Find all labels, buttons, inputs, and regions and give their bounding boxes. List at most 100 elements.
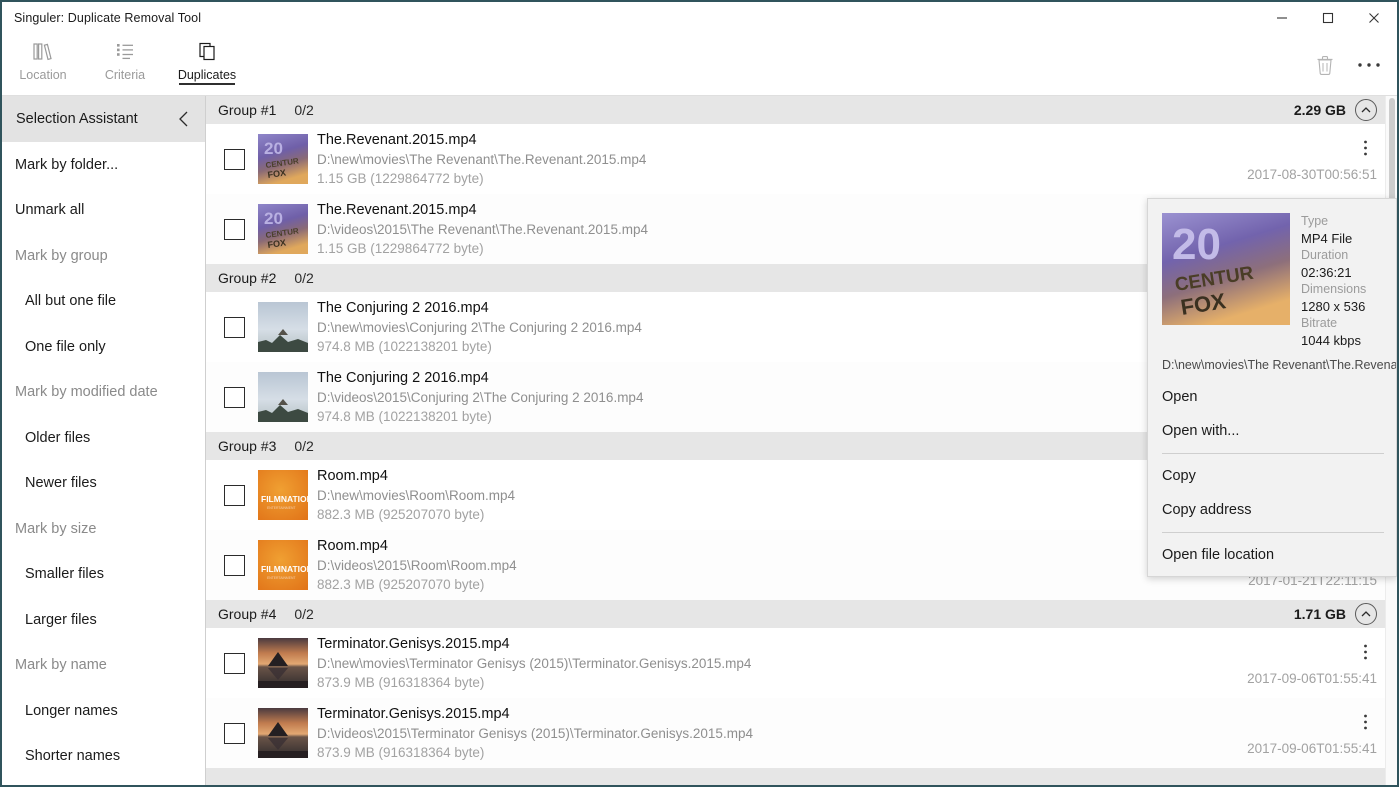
more-button[interactable] bbox=[1347, 43, 1391, 87]
table-row[interactable]: Terminator.Genisys.2015.mp4 D:\new\movie… bbox=[206, 628, 1385, 698]
context-item-open-with[interactable]: Open with... bbox=[1148, 414, 1396, 448]
file-checkbox[interactable] bbox=[224, 555, 245, 576]
file-thumbnail bbox=[258, 302, 308, 352]
file-name: Terminator.Genisys.2015.mp4 bbox=[317, 635, 751, 654]
chevron-up-icon[interactable] bbox=[1355, 603, 1377, 625]
sidebar-group-label: Mark by group bbox=[15, 248, 108, 264]
sidebar-group-label: Mark by name bbox=[15, 657, 107, 673]
file-name: Terminator.Genisys.2015.mp4 bbox=[317, 705, 753, 724]
file-path: D:\videos\2015\Room\Room.mp4 bbox=[317, 556, 517, 575]
group-header[interactable] bbox=[206, 768, 1385, 787]
svg-text:20: 20 bbox=[1172, 220, 1221, 269]
maximize-button[interactable] bbox=[1305, 2, 1351, 33]
main-toolbar: Location Criteria bbox=[2, 33, 1397, 96]
file-name: Room.mp4 bbox=[317, 467, 515, 486]
context-item-label: Copy address bbox=[1162, 502, 1251, 518]
sidebar-item-label: Newer files bbox=[25, 475, 97, 491]
preview-thumbnail: 20 CENTUR FOX bbox=[1162, 213, 1290, 325]
sidebar-header[interactable]: Selection Assistant bbox=[2, 96, 205, 142]
sidebar-item-newer-files[interactable]: Newer files bbox=[2, 461, 205, 507]
file-date: 2017-09-06T01:55:41 bbox=[1247, 741, 1377, 756]
group-name: Group #1 bbox=[218, 102, 276, 118]
meta-key-dimensions: Dimensions bbox=[1301, 281, 1366, 298]
file-thumbnail bbox=[258, 708, 308, 758]
sidebar-item-label: Unmark all bbox=[15, 202, 84, 218]
tab-criteria[interactable]: Criteria bbox=[84, 33, 166, 82]
context-item-copy-address[interactable]: Copy address bbox=[1148, 493, 1396, 527]
row-menu-icon[interactable] bbox=[1353, 137, 1377, 159]
sidebar-item-larger-files[interactable]: Larger files bbox=[2, 597, 205, 643]
file-info: Terminator.Genisys.2015.mp4 D:\videos\20… bbox=[317, 705, 753, 762]
context-item-label: Open bbox=[1162, 389, 1197, 405]
context-separator bbox=[1162, 532, 1384, 533]
context-item-label: Copy bbox=[1162, 468, 1196, 484]
delete-button[interactable] bbox=[1303, 43, 1347, 87]
sidebar-item-older-files[interactable]: Older files bbox=[2, 415, 205, 461]
context-item-open-file-location[interactable]: Open file location bbox=[1148, 538, 1396, 572]
meta-value-dimensions: 1280 x 536 bbox=[1301, 298, 1366, 315]
group-header[interactable]: Group #4 0/2 1.71 GB bbox=[206, 600, 1385, 628]
row-menu-icon[interactable] bbox=[1353, 641, 1377, 663]
meta-value-bitrate: 1044 kbps bbox=[1301, 332, 1366, 349]
meta-value-type: MP4 File bbox=[1301, 230, 1366, 247]
chevron-up-icon[interactable] bbox=[1355, 99, 1377, 121]
minimize-button[interactable] bbox=[1259, 2, 1305, 33]
sidebar-item-mark-by-folder[interactable]: Mark by folder... bbox=[2, 142, 205, 188]
sidebar-item-one-file-only[interactable]: One file only bbox=[2, 324, 205, 370]
books-icon bbox=[31, 38, 55, 64]
file-info: The.Revenant.2015.mp4 D:\new\movies\The … bbox=[317, 131, 646, 188]
file-checkbox[interactable] bbox=[224, 317, 245, 338]
context-separator bbox=[1162, 453, 1384, 454]
active-tab-underline bbox=[179, 83, 235, 85]
context-menu-items: Open Open with... Copy Copy address Open… bbox=[1148, 380, 1396, 572]
sidebar-item-smaller-files[interactable]: Smaller files bbox=[2, 552, 205, 598]
file-checkbox[interactable] bbox=[224, 149, 245, 170]
file-info: Terminator.Genisys.2015.mp4 D:\new\movie… bbox=[317, 635, 751, 692]
context-item-label: Open with... bbox=[1162, 423, 1239, 439]
sidebar-item-longer-names[interactable]: Longer names bbox=[2, 688, 205, 734]
chevron-left-icon[interactable] bbox=[177, 110, 191, 128]
file-info: The.Revenant.2015.mp4 D:\videos\2015\The… bbox=[317, 201, 648, 258]
context-item-copy[interactable]: Copy bbox=[1148, 459, 1396, 493]
file-checkbox[interactable] bbox=[224, 723, 245, 744]
title-bar: Singuler: Duplicate Removal Tool bbox=[2, 2, 1397, 33]
file-size: 882.3 MB (925207070 byte) bbox=[317, 505, 515, 524]
sidebar-item-unmark-all[interactable]: Unmark all bbox=[2, 188, 205, 234]
file-checkbox[interactable] bbox=[224, 219, 245, 240]
table-row[interactable]: Terminator.Genisys.2015.mp4 D:\videos\20… bbox=[206, 698, 1385, 768]
group-header[interactable]: Group #1 0/2 2.29 GB bbox=[206, 96, 1385, 124]
tab-duplicates[interactable]: Duplicates bbox=[166, 33, 248, 82]
row-menu-icon[interactable] bbox=[1353, 711, 1377, 733]
file-name: Room.mp4 bbox=[317, 537, 517, 556]
group-count: 0/2 bbox=[294, 438, 313, 454]
file-checkbox[interactable] bbox=[224, 485, 245, 506]
sidebar-item-all-but-one-file[interactable]: All but one file bbox=[2, 279, 205, 325]
list-icon bbox=[113, 38, 137, 64]
close-button[interactable] bbox=[1351, 2, 1397, 33]
file-path: D:\videos\2015\Terminator Genisys (2015)… bbox=[317, 724, 753, 743]
svg-text:FILMNATION: FILMNATION bbox=[261, 494, 308, 504]
meta-key-type: Type bbox=[1301, 213, 1366, 230]
row-actions: 2017-08-30T00:56:51 bbox=[1247, 124, 1377, 194]
file-thumbnail bbox=[258, 638, 308, 688]
file-size: 873.9 MB (916318364 byte) bbox=[317, 673, 751, 692]
row-actions: 2017-09-06T01:55:41 bbox=[1247, 698, 1377, 768]
group-count: 0/2 bbox=[294, 102, 313, 118]
file-name: The.Revenant.2015.mp4 bbox=[317, 201, 648, 220]
file-checkbox[interactable] bbox=[224, 653, 245, 674]
file-name: The.Revenant.2015.mp4 bbox=[317, 131, 646, 150]
sidebar-item-shorter-names[interactable]: Shorter names bbox=[2, 734, 205, 780]
file-name: The Conjuring 2 2016.mp4 bbox=[317, 369, 643, 388]
context-item-open[interactable]: Open bbox=[1148, 380, 1396, 414]
tab-location[interactable]: Location bbox=[2, 33, 84, 82]
file-checkbox[interactable] bbox=[224, 387, 245, 408]
file-path: D:\new\movies\Conjuring 2\The Conjuring … bbox=[317, 318, 642, 337]
file-path: D:\new\movies\Terminator Genisys (2015)\… bbox=[317, 654, 751, 673]
selection-assistant-sidebar: Selection Assistant Mark by folder... Un… bbox=[2, 96, 206, 787]
sidebar-item-label: Older files bbox=[25, 430, 90, 446]
row-actions: 2017-09-06T01:55:41 bbox=[1247, 628, 1377, 698]
svg-text:20: 20 bbox=[264, 139, 283, 158]
table-row[interactable]: 20 CENTUR FOX The.Revenant.2015.mp4 D:\n… bbox=[206, 124, 1385, 194]
svg-text:ENTERTAINMENT: ENTERTAINMENT bbox=[267, 506, 296, 510]
sidebar-group-mark-by-name: Mark by name bbox=[2, 643, 205, 689]
